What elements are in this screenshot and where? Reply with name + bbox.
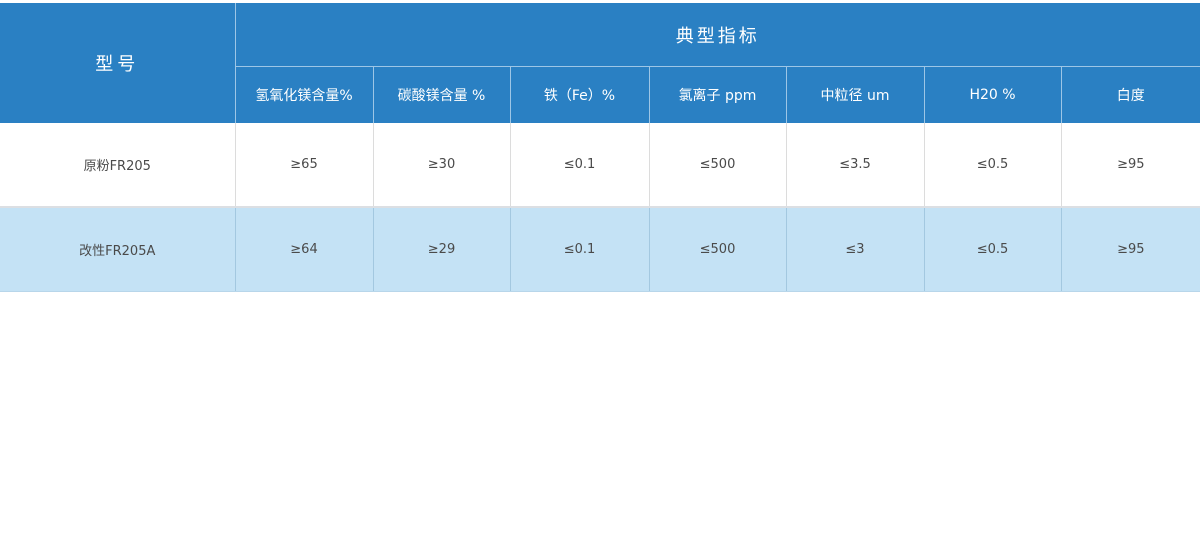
column-header-whiteness: 白度 [1061, 66, 1200, 123]
typical-indicators-header: 典型指标 [235, 3, 1200, 67]
column-header-moisture: H20 % [924, 66, 1062, 123]
table-row: 原粉FR205 ≥65 ≥30 ≤0.1 ≤500 ≤3.5 ≤0.5 ≥95 [0, 123, 1200, 208]
table-cell: ≤0.5 [924, 207, 1062, 292]
table-cell: ≤0.1 [510, 123, 650, 208]
table-cell: ≤500 [649, 123, 787, 208]
column-header-median-particle-size: 中粒径 um [786, 66, 925, 123]
column-header-magnesium-carbonate: 碳酸镁含量 % [373, 66, 511, 123]
spec-table: 型号 典型指标 氢氧化镁含量% 碳酸镁含量 % 铁（Fe）% 氯离子 ppm 中… [0, 3, 1200, 292]
table-cell: ≤0.1 [510, 207, 650, 292]
column-header-chloride: 氯离子 ppm [649, 66, 787, 123]
table-cell: ≥95 [1061, 207, 1200, 292]
column-header-iron: 铁（Fe）% [510, 66, 650, 123]
table-cell: ≥64 [235, 207, 374, 292]
table-cell: ≥95 [1061, 123, 1200, 208]
row-model-cell: 改性FR205A [0, 207, 236, 292]
table-cell: ≤3.5 [786, 123, 925, 208]
table-cell: ≥30 [373, 123, 511, 208]
row-model-cell: 原粉FR205 [0, 123, 236, 208]
model-header: 型号 [0, 3, 236, 123]
header-row-top: 型号 典型指标 [0, 3, 1200, 123]
table-cell: ≥65 [235, 123, 374, 208]
table-cell: ≤500 [649, 207, 787, 292]
table-row: 改性FR205A ≥64 ≥29 ≤0.1 ≤500 ≤3 ≤0.5 ≥95 [0, 207, 1200, 292]
spec-table-container: 型号 典型指标 氢氧化镁含量% 碳酸镁含量 % 铁（Fe）% 氯离子 ppm 中… [0, 0, 1200, 540]
column-header-magnesium-hydroxide: 氢氧化镁含量% [235, 66, 374, 123]
table-cell: ≤0.5 [924, 123, 1062, 208]
table-cell: ≤3 [786, 207, 925, 292]
table-cell: ≥29 [373, 207, 511, 292]
